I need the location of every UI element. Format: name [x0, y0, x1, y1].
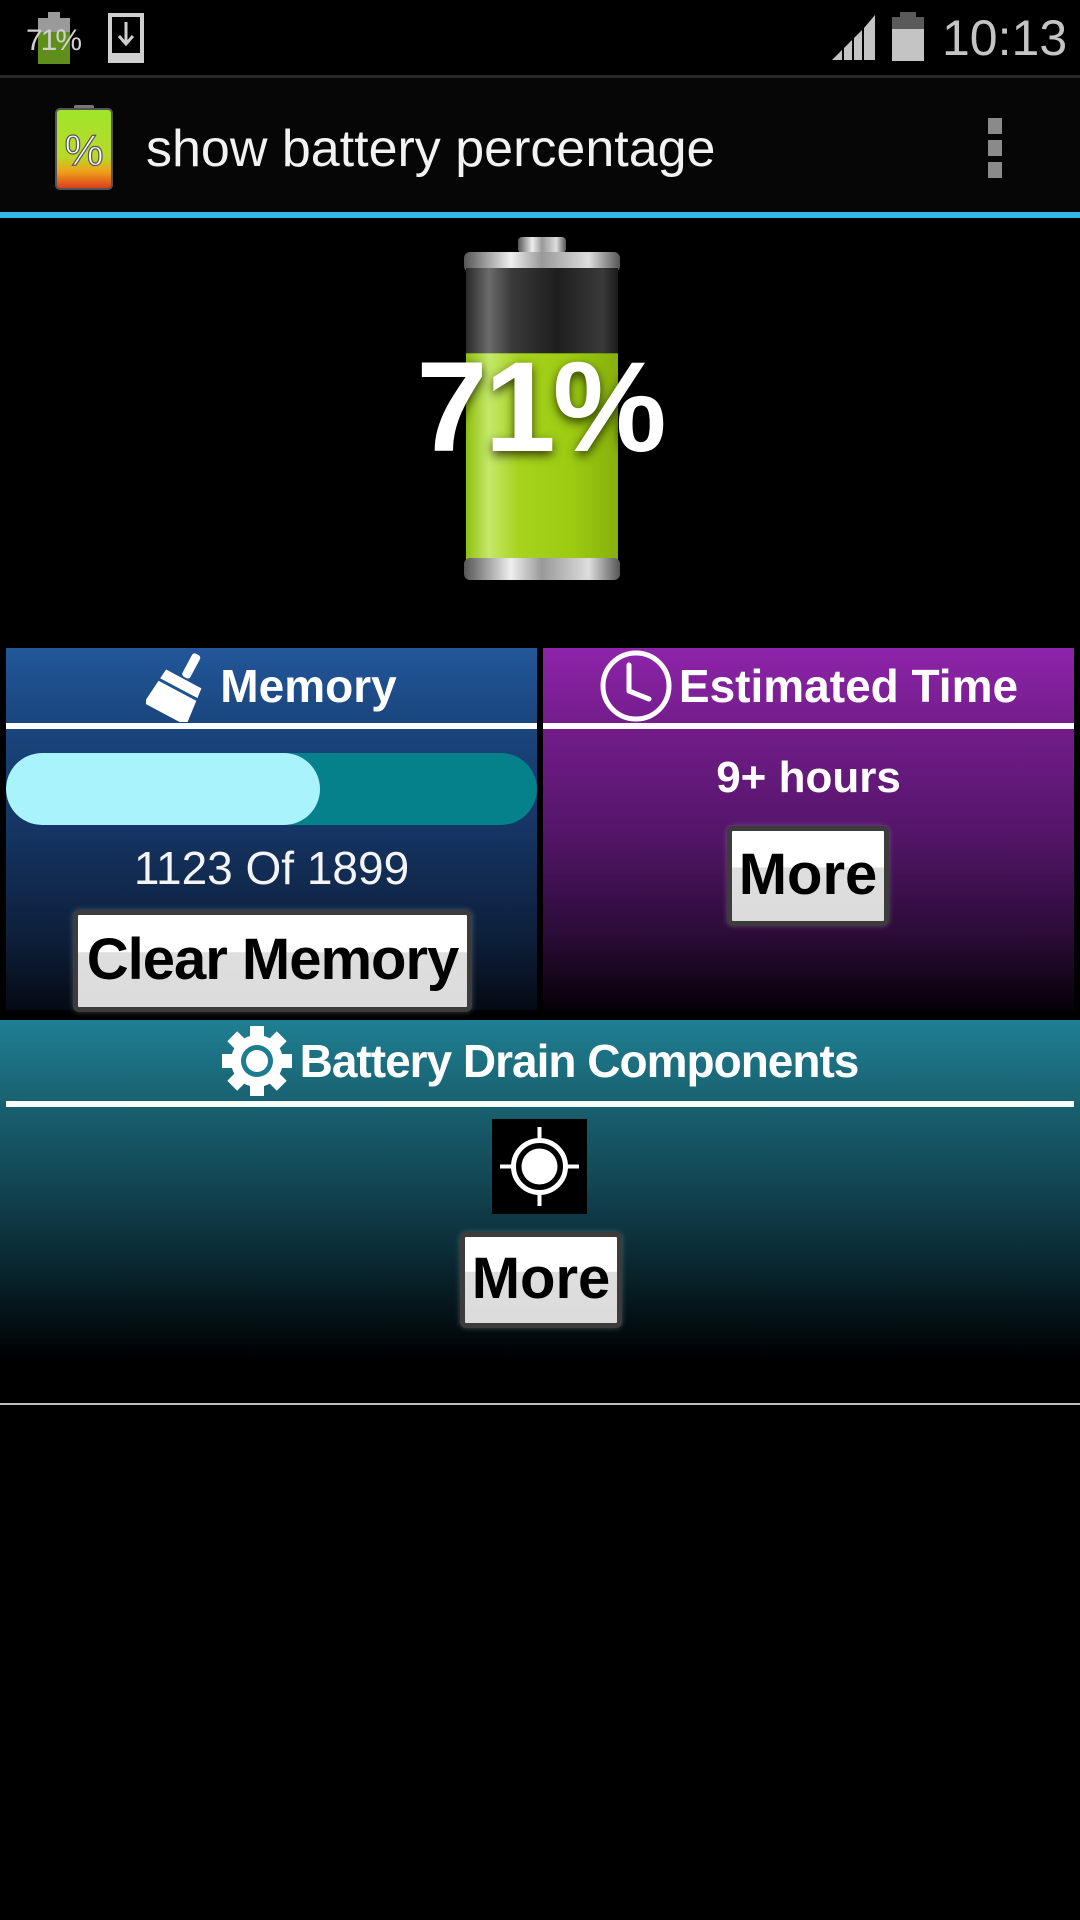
content-divider [0, 1403, 1080, 1405]
memory-usage-bar-fill [6, 753, 320, 825]
memory-header: Memory [6, 648, 537, 723]
battery-drain-title: Battery Drain Components [299, 1035, 860, 1087]
memory-usage-text: 1123 Of 1899 [133, 842, 410, 894]
battery-drain-panel: Battery Drain Components More [0, 1020, 1080, 1360]
overflow-dot [988, 162, 1002, 178]
signal-icon [832, 15, 875, 60]
battery-drain-more-button[interactable]: More [460, 1232, 622, 1328]
app-title: show battery percentage [146, 120, 716, 178]
clear-memory-button[interactable]: Clear Memory [73, 910, 472, 1012]
download-icon [108, 13, 144, 63]
estimated-time-header: Estimated Time [543, 648, 1074, 723]
svg-text:%: % [64, 126, 103, 175]
broom-icon [146, 652, 202, 722]
estimated-time-value: 9+ hours [716, 753, 901, 802]
memory-title: Memory [220, 659, 397, 712]
battery-drain-header-rule [6, 1101, 1074, 1107]
estimated-time-more-button[interactable]: More [727, 826, 889, 926]
status-time: 10:13 [942, 10, 1068, 66]
battery-drain-header: Battery Drain Components [0, 1020, 1080, 1102]
memory-usage-bar [6, 753, 537, 825]
battery-percent-app-icon[interactable]: % [52, 103, 116, 191]
memory-panel: Memory 1123 Of 1899 Clear Memory [6, 648, 537, 1012]
gear-icon [221, 1026, 292, 1096]
battery-icon [892, 12, 924, 61]
overflow-menu-icon[interactable] [984, 116, 1010, 180]
estimated-time-header-rule [543, 723, 1074, 729]
gps-icon[interactable] [492, 1119, 587, 1214]
clock-icon [600, 650, 672, 721]
action-bar-accent-line [0, 212, 1080, 218]
overflow-dot [988, 140, 1002, 156]
battery-percent-label: 71% [416, 336, 666, 479]
overflow-dot [988, 118, 1002, 134]
estimated-time-title: Estimated Time [678, 659, 1019, 712]
memory-header-rule [6, 723, 537, 729]
estimated-time-panel: Estimated Time 9+ hours More [543, 648, 1074, 1010]
battery-percent-badge: 71% [26, 24, 82, 57]
